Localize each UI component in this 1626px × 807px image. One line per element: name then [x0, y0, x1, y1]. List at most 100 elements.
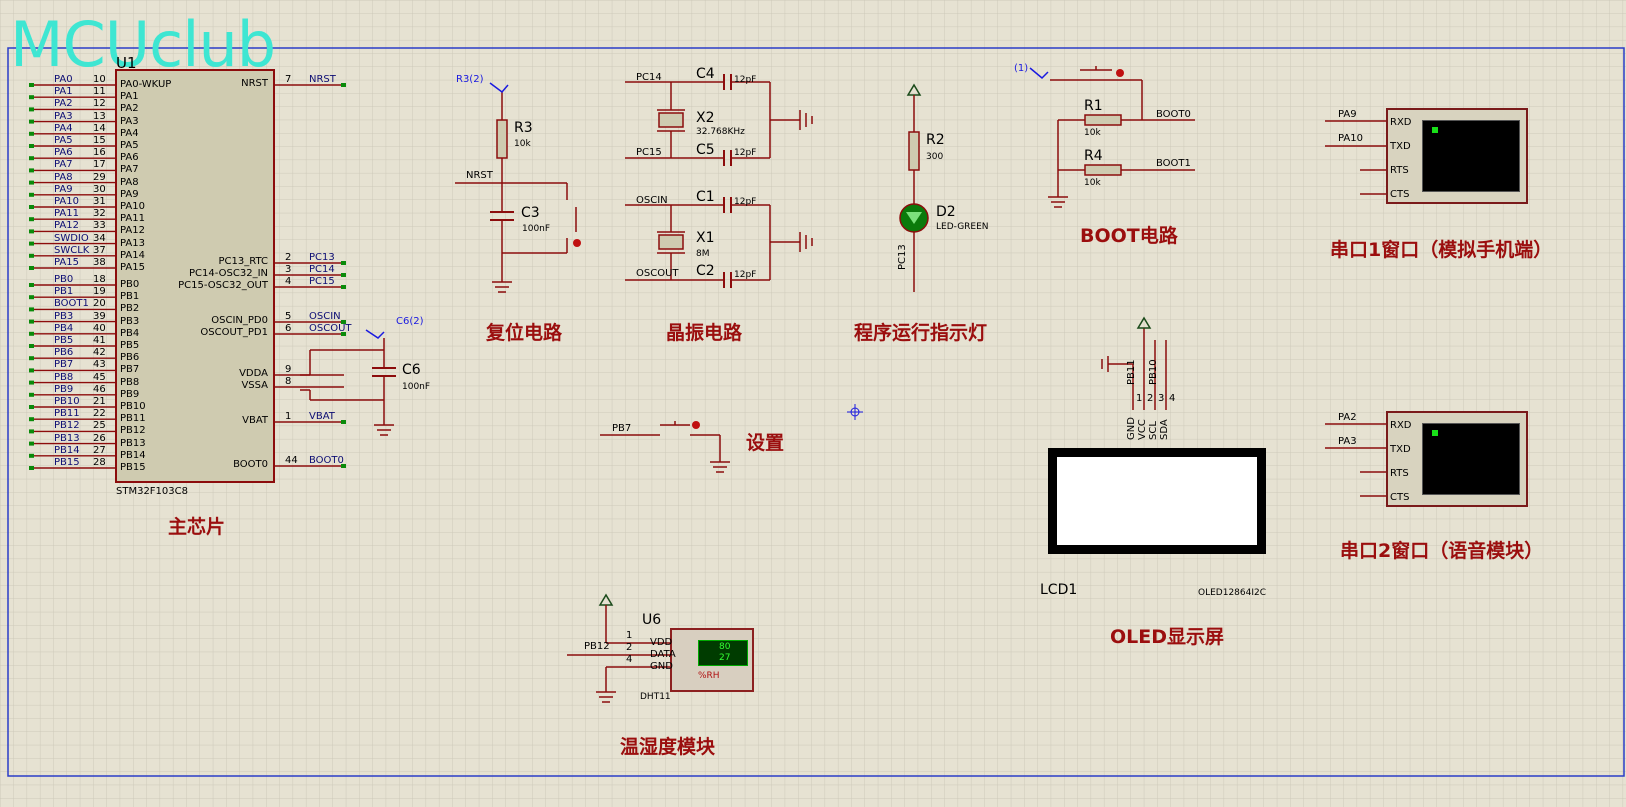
mcu-left-pin-terminal[interactable] — [29, 319, 34, 324]
mcu-left-pin-terminal[interactable] — [29, 95, 34, 100]
mcu-left-pin-terminal[interactable] — [29, 466, 34, 470]
oled-part-number: OLED12864I2C — [1198, 588, 1267, 598]
mcu-right-pin-number: 6 — [285, 323, 292, 334]
uart1-terminal-screen[interactable] — [1422, 120, 1520, 192]
mcu-left-pin-terminal[interactable] — [29, 441, 34, 446]
mcu-left-net-label: PB9 — [54, 383, 74, 395]
mcu-right-pin-name: PC15-OSC32_OUT — [178, 280, 268, 291]
c3-value: 100nF — [522, 224, 551, 234]
section-title-setting: 设置 — [746, 432, 785, 454]
mcu-left-pin-number: 43 — [93, 359, 106, 371]
mcu-left-net-label: PA15 — [54, 257, 79, 268]
oled-display[interactable] — [1048, 448, 1266, 554]
mcu-right-pin-terminal[interactable] — [341, 285, 346, 289]
mcu-left-pin-terminal[interactable] — [29, 307, 34, 312]
mcu-left-pin-name: PA6 — [120, 152, 139, 164]
mcu-right-pin-name: VDDA — [239, 368, 268, 379]
dht-pin-vdd: VDD — [650, 637, 673, 648]
mcu-left-net-label: PB6 — [54, 347, 74, 359]
mcu-left-pin-terminal[interactable] — [29, 295, 34, 300]
mcu-left-net-label: PB5 — [54, 335, 74, 346]
mcu-left-pin-terminal[interactable] — [29, 417, 34, 422]
mcu-left-pin-number: 28 — [93, 457, 106, 468]
mcu-left-pin-terminal[interactable] — [29, 344, 34, 348]
mcu-left-pin-terminal[interactable] — [29, 368, 34, 373]
mcu-left-pin-name: PA1 — [120, 91, 139, 103]
mcu-left-pin-terminal[interactable] — [29, 192, 34, 197]
mcu-left-pin-terminal[interactable] — [29, 356, 34, 361]
mcu-left-pin-name: PA3 — [120, 115, 139, 127]
uart2-terminal-screen[interactable] — [1422, 423, 1520, 495]
mcu-right-pin-number: 8 — [285, 376, 292, 387]
mcu-left-pin-terminal[interactable] — [29, 144, 34, 148]
mcu-right-pin-name: NRST — [241, 78, 268, 89]
mcu-left-pin-terminal[interactable] — [29, 331, 34, 336]
mcu-left-pin-terminal[interactable] — [29, 119, 34, 124]
mcu-left-pin-terminal[interactable] — [29, 217, 34, 222]
mcu-right-pin-terminal[interactable] — [341, 261, 346, 265]
mcu-right-net-label: PC15 — [309, 276, 335, 287]
uart2-rxd-label: RXD — [1390, 420, 1412, 431]
mcu-right-net-label: VBAT — [309, 411, 335, 422]
uart2-status-led — [1432, 430, 1438, 436]
mcu-left-pin-name: PA4 — [120, 127, 139, 139]
mcu-left-pin-terminal[interactable] — [29, 107, 34, 112]
mcu-left-pin-name: PB14 — [120, 449, 146, 461]
reset-probe-label: R3(2) — [456, 74, 484, 85]
d2-reference: D2 — [936, 204, 956, 220]
mcu-left-pin-terminal[interactable] — [29, 380, 34, 385]
c1-reference: C1 — [696, 189, 715, 205]
virtual-terminal-uart1[interactable]: RXD TXD RTS CTS — [1386, 108, 1528, 204]
mcu-left-pin-terminal[interactable] — [29, 131, 34, 136]
dht11-sensor[interactable]: VDD DATA GND 80 27 %RH — [650, 628, 754, 692]
d2-value: LED-GREEN — [936, 222, 989, 232]
mcu-right-pin-number: 3 — [285, 264, 292, 275]
mcu-left-pin-terminal[interactable] — [29, 83, 34, 87]
mcu-right-pin-name: OSCIN_PD0 — [211, 315, 268, 326]
oled-screen — [1057, 457, 1257, 545]
mcu-left-pin-terminal[interactable] — [29, 429, 34, 434]
mcu-right-net-label: NRST — [309, 74, 336, 85]
uart1-rts-label: RTS — [1390, 165, 1409, 176]
mcu-left-pin-name: PB1 — [120, 291, 140, 303]
r1-value: 10k — [1084, 128, 1101, 138]
virtual-terminal-uart2[interactable]: RXD TXD RTS CTS — [1386, 411, 1528, 507]
r4-value: 10k — [1084, 178, 1101, 188]
c6-value: 100nF — [402, 382, 431, 392]
mcu-right-pin-terminal[interactable] — [341, 273, 346, 277]
uart1-txd-label: TXD — [1390, 141, 1411, 152]
mcu-right-pin-terminal[interactable] — [341, 83, 346, 87]
mcu-left-pin-number: 45 — [93, 371, 106, 383]
led-net-label: PC13 — [897, 244, 908, 270]
section-title-indicator: 程序运行指示灯 — [854, 322, 988, 344]
mcu-right-net-label: OSCIN — [309, 311, 341, 322]
mcu-right-pin-name: VBAT — [242, 415, 268, 426]
mcu-left-pin-terminal[interactable] — [29, 405, 34, 409]
boot-probe-label: (1) — [1014, 63, 1029, 74]
mcu-left-pin-terminal[interactable] — [29, 453, 34, 458]
schematic-canvas[interactable] — [0, 0, 1626, 807]
mcu-left-pin-terminal[interactable] — [29, 266, 34, 270]
mcu-left-pin-terminal[interactable] — [29, 253, 34, 258]
mcu-left-pin-terminal[interactable] — [29, 283, 34, 287]
mcu-left-pin-terminal[interactable] — [29, 205, 34, 209]
mcu-right-net-label: BOOT0 — [309, 455, 344, 466]
mcu-left-pin-terminal[interactable] — [29, 392, 34, 397]
mcu-left-pin-number: 14 — [93, 122, 106, 134]
mcu-left-pin-number: 26 — [93, 432, 106, 444]
mcu-left-pin-terminal[interactable] — [29, 168, 34, 173]
net-boot0: BOOT0 — [1156, 109, 1191, 120]
x1-reference: X1 — [696, 230, 715, 246]
mcu-left-pin-terminal[interactable] — [29, 180, 34, 185]
mcu-left-pin-terminal[interactable] — [29, 241, 34, 246]
mcu-left-pin-terminal[interactable] — [29, 229, 34, 234]
c1-value: 12pF — [734, 197, 757, 207]
mcu-right-pin-number: 2 — [285, 252, 292, 263]
setting-net-label: PB7 — [612, 423, 632, 434]
uart1-net-1: PA9 — [1338, 109, 1357, 120]
mcu-left-pin-terminal[interactable] — [29, 156, 34, 161]
mcu-left-pin-number: 22 — [93, 408, 106, 420]
mcu-right-pin-terminal[interactable] — [341, 420, 346, 424]
section-title-uart1: 串口1窗口（模拟手机端） — [1330, 239, 1553, 261]
dht-pin-gnd: GND — [650, 661, 673, 672]
